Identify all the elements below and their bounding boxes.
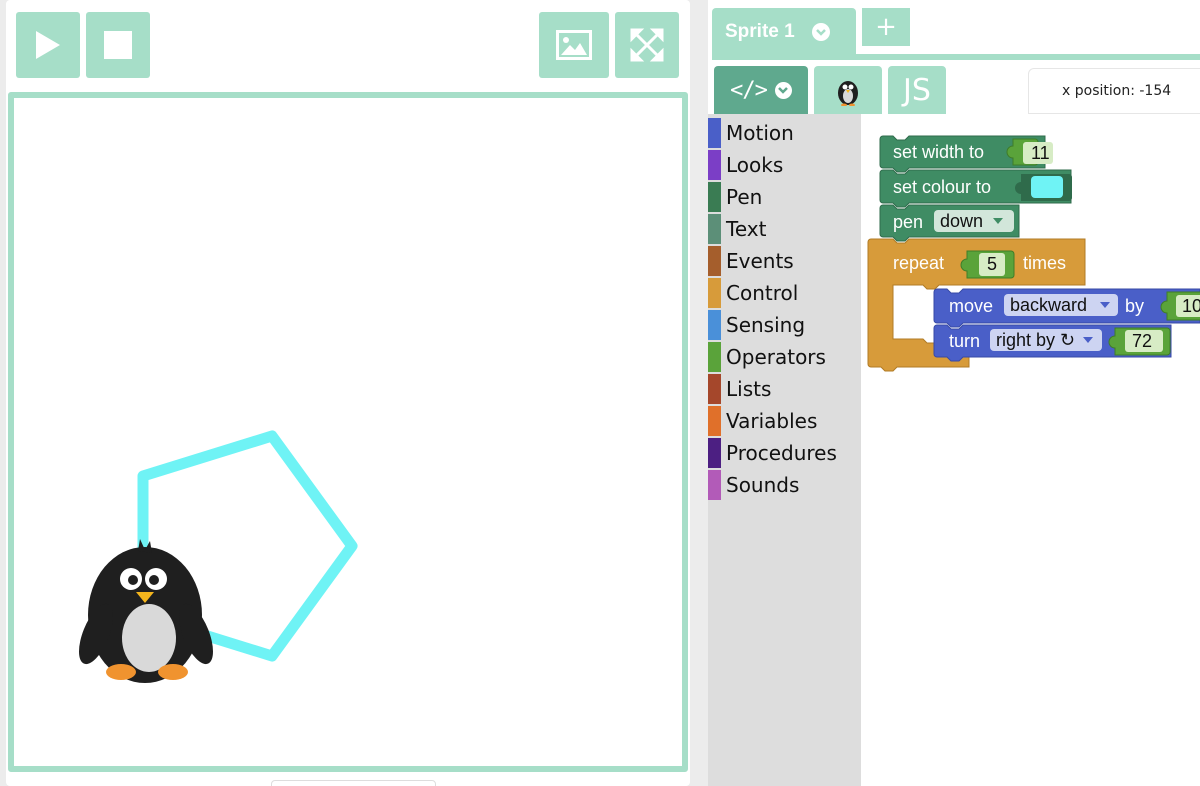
category-lists[interactable]: Lists bbox=[708, 374, 861, 404]
category-label: Pen bbox=[726, 185, 763, 209]
category-label: Text bbox=[726, 217, 767, 241]
category-color-swatch bbox=[708, 310, 721, 340]
category-variables[interactable]: Variables bbox=[708, 406, 861, 436]
category-color-swatch bbox=[708, 406, 721, 436]
repeat-count: 5 bbox=[987, 254, 997, 274]
category-operators[interactable]: Operators bbox=[708, 342, 861, 372]
sprite-tab[interactable]: Sprite 1 bbox=[712, 8, 856, 56]
category-color-swatch bbox=[708, 438, 721, 468]
sprite-tab-label: Sprite 1 bbox=[725, 21, 795, 42]
pen-label: pen bbox=[893, 212, 923, 232]
app-window: Sprite 1 + </> JS x position: -154 Motio… bbox=[0, 0, 1200, 786]
category-label: Motion bbox=[726, 121, 794, 145]
image-icon bbox=[556, 30, 592, 60]
turn-angle: 72 bbox=[1132, 331, 1152, 351]
category-color-swatch bbox=[708, 118, 721, 148]
category-label: Control bbox=[726, 281, 799, 305]
category-label: Sounds bbox=[726, 473, 800, 497]
category-label: Looks bbox=[726, 153, 784, 177]
position-readout: x position: -154 bbox=[1028, 68, 1200, 114]
turn-label: turn bbox=[949, 331, 980, 351]
category-label: Lists bbox=[726, 377, 772, 401]
category-text[interactable]: Text bbox=[708, 214, 861, 244]
width-value: 11 bbox=[1031, 143, 1050, 163]
pen-state-value: down bbox=[940, 211, 983, 231]
stop-icon bbox=[104, 31, 132, 59]
block-workspace[interactable]: set width to 11 set colour to pen down r… bbox=[861, 114, 1200, 786]
stage-drawing bbox=[72, 430, 358, 683]
pen-block[interactable]: pen down bbox=[879, 204, 1020, 242]
stage-background-button[interactable] bbox=[539, 12, 609, 78]
tab-sprite-costume[interactable] bbox=[814, 66, 882, 114]
js-tab-label: JS bbox=[903, 72, 931, 108]
category-sounds[interactable]: Sounds bbox=[708, 470, 861, 500]
category-label: Sensing bbox=[726, 313, 806, 337]
tab-blocks-code[interactable]: </> bbox=[714, 66, 808, 114]
category-color-swatch bbox=[708, 246, 721, 276]
stage-canvas[interactable] bbox=[8, 92, 688, 772]
category-color-swatch bbox=[708, 182, 721, 212]
category-label: Events bbox=[726, 249, 794, 273]
category-procedures[interactable]: Procedures bbox=[708, 438, 861, 468]
category-events[interactable]: Events bbox=[708, 246, 861, 276]
category-color-swatch bbox=[708, 214, 721, 244]
position-readout-label: x position: bbox=[1062, 83, 1135, 99]
code-icon: </> bbox=[730, 77, 768, 103]
editor-panel: Sprite 1 + </> JS x position: -154 Motio… bbox=[708, 0, 1200, 786]
category-color-swatch bbox=[708, 342, 721, 372]
penguin-sprite[interactable] bbox=[72, 539, 220, 683]
position-readout-value: -154 bbox=[1139, 83, 1172, 99]
category-control[interactable]: Control bbox=[708, 278, 861, 308]
category-color-swatch bbox=[708, 374, 721, 404]
set-colour-block[interactable]: set colour to bbox=[879, 169, 1072, 208]
category-color-swatch bbox=[708, 278, 721, 308]
fullscreen-icon bbox=[630, 28, 664, 62]
play-icon bbox=[36, 31, 60, 59]
move-direction-value: backward bbox=[1010, 295, 1087, 315]
category-looks[interactable]: Looks bbox=[708, 150, 861, 180]
run-button[interactable] bbox=[16, 12, 80, 78]
blocks-canvas: set width to 11 set colour to pen down r… bbox=[867, 135, 1200, 372]
move-label: move bbox=[949, 296, 993, 316]
stop-button[interactable] bbox=[86, 12, 150, 78]
set-width-label: set width to bbox=[893, 142, 984, 162]
repeat-suffix: times bbox=[1023, 253, 1066, 273]
move-block[interactable]: move backward by 10 bbox=[933, 288, 1200, 328]
move-distance: 10 bbox=[1182, 296, 1200, 316]
penguin-icon bbox=[838, 81, 858, 106]
category-label: Variables bbox=[726, 409, 818, 433]
category-label: Procedures bbox=[726, 441, 837, 465]
repeat-label: repeat bbox=[893, 253, 944, 273]
stage-panel bbox=[6, 0, 690, 786]
category-motion[interactable]: Motion bbox=[708, 118, 861, 148]
tab-javascript[interactable]: JS bbox=[888, 66, 946, 114]
set-width-block[interactable]: set width to 11 bbox=[879, 135, 1053, 173]
category-color-swatch bbox=[708, 470, 721, 500]
block-category-list: Motion Looks Pen Text Events Control Sen… bbox=[708, 114, 861, 786]
category-color-swatch bbox=[708, 150, 721, 180]
colour-swatch-field[interactable] bbox=[1031, 176, 1063, 198]
chevron-down-icon[interactable] bbox=[774, 81, 792, 99]
turn-direction-value: right by ↻ bbox=[996, 330, 1075, 350]
turn-block[interactable]: turn right by ↻ 72 bbox=[933, 324, 1172, 362]
add-sprite-button[interactable]: + bbox=[862, 8, 910, 46]
move-by-label: by bbox=[1125, 296, 1144, 316]
repeat-do-label: do bbox=[893, 295, 913, 315]
category-sensing[interactable]: Sensing bbox=[708, 310, 861, 340]
chevron-down-icon[interactable] bbox=[811, 23, 830, 41]
plus-icon: + bbox=[875, 12, 897, 42]
set-colour-label: set colour to bbox=[893, 177, 991, 197]
category-pen[interactable]: Pen bbox=[708, 182, 861, 212]
category-label: Operators bbox=[726, 345, 826, 369]
fullscreen-button[interactable] bbox=[615, 12, 679, 78]
stage-bottom-tab[interactable] bbox=[271, 780, 436, 786]
